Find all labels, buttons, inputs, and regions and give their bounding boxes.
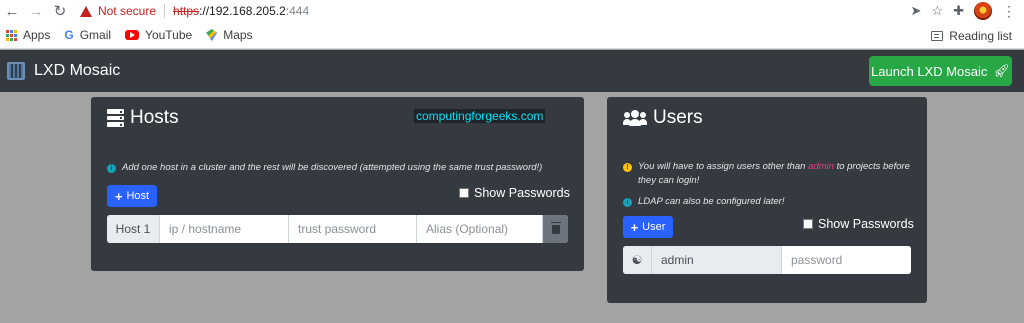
launch-button[interactable]: Launch LXD Mosaic 🚀︎ — [869, 56, 1012, 86]
profile-avatar[interactable] — [974, 2, 992, 20]
users-card: Users ! You will have to assign users ot… — [607, 97, 927, 303]
back-icon[interactable]: ← — [0, 0, 24, 22]
delete-host-button[interactable] — [543, 215, 568, 243]
watermark: computingforgeeks.com — [414, 109, 546, 123]
warning-icon: ! — [623, 163, 632, 172]
warning-triangle-icon — [80, 5, 92, 17]
note-highlight: admin — [808, 161, 834, 172]
user-row: ☯ admin password — [623, 246, 911, 274]
url-host: ://192.168.205.2 — [199, 4, 286, 18]
server-icon — [107, 109, 124, 128]
youtube-icon — [125, 30, 140, 40]
url-protocol: https — [173, 4, 200, 18]
ldap-note-text: LDAP can also be configured later! — [638, 196, 785, 207]
app-navbar: LXD Mosaic Launch LXD Mosaic 🚀︎ — [0, 50, 1024, 92]
bookmark-star-icon[interactable]: ☆ — [931, 3, 943, 19]
users-note-text: You will have to assign users other than… — [638, 160, 918, 188]
hosts-note-text: Add one host in a cluster and the rest w… — [122, 162, 543, 173]
trash-icon — [550, 221, 561, 234]
users-warning-note: ! You will have to assign users other th… — [623, 160, 918, 188]
password-input[interactable]: password — [782, 246, 911, 274]
google-icon: G — [64, 28, 74, 42]
users-header: Users — [623, 107, 703, 129]
hosts-card: Hosts computingforgeeks.com i Add one ho… — [91, 97, 584, 271]
reading-list-label: Reading list — [949, 28, 1012, 43]
security-warning[interactable]: Not secure — [80, 4, 156, 18]
alias-input[interactable]: Alias (Optional) — [417, 215, 543, 243]
bookmarks-bar: Apps G Gmail YouTube Maps Reading list — [0, 22, 1024, 49]
username-input[interactable]: admin — [652, 246, 782, 274]
user-secret-icon: ☯ — [623, 246, 652, 274]
bookmark-youtube[interactable]: YouTube — [125, 28, 192, 42]
host-number-label: Host 1 — [107, 215, 160, 243]
bookmark-maps[interactable]: Maps — [206, 28, 253, 42]
bookmark-apps[interactable]: Apps — [6, 28, 50, 42]
hosts-show-passwords[interactable]: Show Passwords — [459, 186, 570, 200]
show-passwords-label: Show Passwords — [818, 217, 914, 231]
launch-label: Launch LXD Mosaic — [871, 63, 988, 79]
reload-icon[interactable]: ↻ — [48, 0, 72, 22]
bookmark-label: Maps — [223, 28, 253, 42]
info-icon: i — [107, 164, 116, 173]
plus-icon: + — [630, 219, 639, 235]
url-port: :444 — [285, 4, 310, 18]
add-host-label: Host — [126, 190, 150, 202]
toolbar-right: ➤ ☆ ✚ ⋮ — [911, 0, 1016, 22]
host-ip-input[interactable]: ip / hostname — [160, 215, 289, 243]
forward-icon[interactable]: → — [24, 0, 48, 22]
show-passwords-checkbox[interactable] — [459, 188, 469, 198]
browser-toolbar: ← → ↻ Not secure https://192.168.205.2:4… — [0, 0, 1024, 22]
url-separator — [164, 4, 166, 18]
show-passwords-checkbox[interactable] — [803, 219, 813, 229]
show-passwords-label: Show Passwords — [474, 186, 570, 200]
rocket-icon: 🚀︎ — [993, 63, 1010, 78]
bookmark-label: Gmail — [79, 28, 112, 42]
lxd-logo-icon — [7, 62, 25, 80]
reading-list-button[interactable]: Reading list — [931, 22, 1012, 49]
bookmark-label: YouTube — [145, 28, 193, 42]
apps-grid-icon — [6, 29, 17, 41]
users-icon — [623, 110, 647, 126]
address-bar[interactable]: https://192.168.205.2:444 — [173, 4, 309, 18]
host-row: Host 1 ip / hostname trust password Alia… — [107, 215, 568, 243]
note-text-part: You will have to assign users other than — [638, 161, 806, 172]
maps-icon — [206, 29, 218, 41]
extensions-puzzle-icon[interactable]: ✚ — [953, 3, 964, 19]
users-show-passwords[interactable]: Show Passwords — [803, 217, 914, 231]
security-label: Not secure — [98, 4, 157, 18]
bookmark-label: Apps — [23, 28, 51, 42]
send-tab-icon[interactable]: ➤ — [911, 3, 922, 19]
info-icon: i — [623, 198, 632, 207]
add-host-button[interactable]: + Host — [107, 185, 157, 207]
add-user-button[interactable]: + User — [623, 216, 673, 238]
plus-icon: + — [114, 188, 123, 204]
reading-list-icon — [931, 30, 944, 41]
add-user-label: User — [642, 221, 666, 233]
bookmark-gmail[interactable]: G Gmail — [64, 28, 111, 42]
hosts-header: Hosts — [107, 107, 179, 129]
trust-password-input[interactable]: trust password — [289, 215, 417, 243]
browser-menu-icon[interactable]: ⋮ — [1002, 3, 1016, 20]
users-ldap-note: i LDAP can also be configured later! — [623, 195, 918, 209]
hosts-info-note: i Add one host in a cluster and the rest… — [107, 161, 577, 175]
app-title[interactable]: LXD Mosaic — [34, 62, 120, 80]
users-title: Users — [653, 107, 703, 128]
hosts-title: Hosts — [130, 107, 179, 128]
